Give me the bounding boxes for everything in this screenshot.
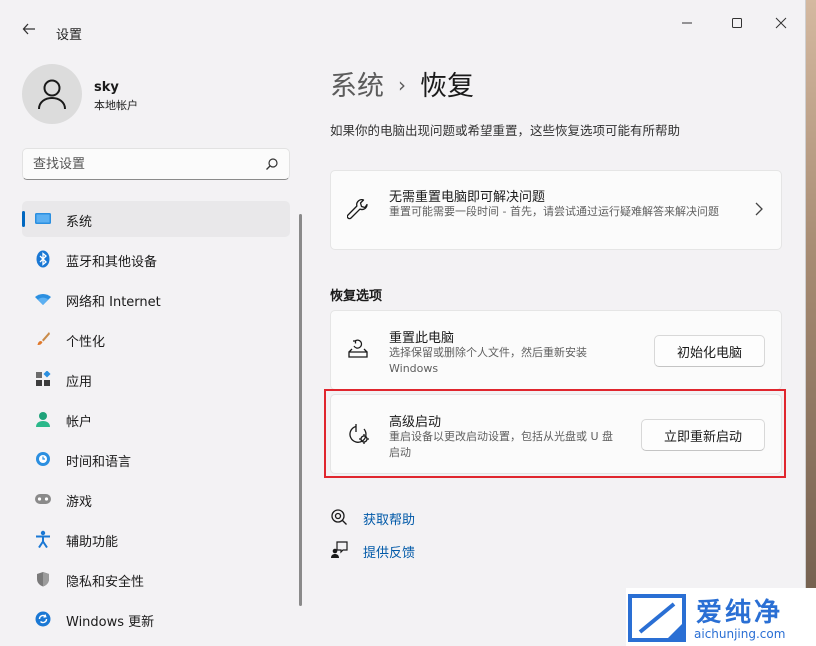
get-help-label[interactable]: 获取帮助 xyxy=(363,509,415,528)
sidebar-item-time-language[interactable]: 时间和语言 xyxy=(22,441,290,477)
search-box[interactable] xyxy=(22,148,290,180)
maximize-icon xyxy=(732,18,742,28)
sidebar-item-apps[interactable]: 应用 xyxy=(22,361,290,397)
desktop-background xyxy=(806,0,816,646)
sidebar-item-label: Windows 更新 xyxy=(66,615,155,630)
user-name: sky xyxy=(94,80,119,95)
back-arrow-icon xyxy=(22,23,35,35)
sidebar-item-personalization[interactable]: 个性化 xyxy=(22,321,290,357)
sidebar-item-label: 辅助功能 xyxy=(66,535,119,550)
sidebar-item-label: 系统 xyxy=(66,215,93,230)
account-icon xyxy=(34,410,52,428)
sidebar-item-label: 时间和语言 xyxy=(66,455,132,470)
reset-pc-button[interactable]: 初始化电脑 xyxy=(653,335,765,367)
apps-icon xyxy=(34,370,52,388)
account-type: 本地帐户 xyxy=(94,99,138,112)
sidebar-item-accessibility[interactable]: 辅助功能 xyxy=(22,521,290,557)
gaming-icon xyxy=(34,490,52,508)
sidebar-item-label: 游戏 xyxy=(66,495,93,510)
wrench-icon xyxy=(346,199,369,225)
watermark-text: 爱纯净 xyxy=(696,598,784,628)
close-button[interactable] xyxy=(758,6,804,40)
system-icon xyxy=(34,210,52,228)
sidebar-scrollbar[interactable] xyxy=(299,214,302,606)
title-bar: 设置 xyxy=(0,0,806,46)
watermark-logo-icon xyxy=(628,594,686,642)
troubleshoot-card[interactable]: 无需重置电脑即可解决问题 重置可能需要一段时间 - 首先，请尝试通过运行疑难解答… xyxy=(330,170,782,250)
sidebar-item-system[interactable]: 系统 xyxy=(22,201,290,237)
reset-pc-title: 重置此电脑 xyxy=(389,331,455,346)
help-icon xyxy=(330,508,348,530)
breadcrumb: 系统 › 恢复 xyxy=(330,64,474,103)
avatar xyxy=(22,64,82,124)
sidebar-item-bluetooth[interactable]: 蓝牙和其他设备 xyxy=(22,241,290,277)
sidebar-item-label: 个性化 xyxy=(66,335,106,350)
troubleshoot-desc: 重置可能需要一段时间 - 首先，请尝试通过运行疑难解答来解决问题 xyxy=(389,205,719,218)
sidebar-nav: 系统 蓝牙和其他设备 网络和 Internet 个性化 应用 帐户 时间和语言 … xyxy=(22,201,290,641)
person-icon xyxy=(38,79,66,110)
sidebar-item-label: 网络和 Internet xyxy=(66,295,161,310)
search-icon[interactable] xyxy=(265,156,279,175)
close-icon xyxy=(775,17,787,29)
watermark-url: aichunjing.com xyxy=(694,627,786,641)
search-input[interactable] xyxy=(33,154,253,174)
minimize-button[interactable] xyxy=(664,6,710,40)
highlight-box xyxy=(324,389,786,478)
page-title: 恢复 xyxy=(420,71,474,102)
settings-window: 设置 sky 本地帐户 系统 xyxy=(0,0,806,646)
sidebar-item-gaming[interactable]: 游戏 xyxy=(22,481,290,517)
reset-pc-icon xyxy=(347,339,369,363)
wifi-icon xyxy=(34,290,52,308)
watermark: 爱纯净 aichunjing.com xyxy=(626,588,816,646)
reset-pc-desc: 选择保留或删除个人文件，然后重新安装 Windows xyxy=(389,346,587,375)
sidebar-item-privacy[interactable]: 隐私和安全性 xyxy=(22,561,290,597)
brush-icon xyxy=(34,330,52,348)
feedback-label[interactable]: 提供反馈 xyxy=(363,542,415,561)
chevron-right-icon xyxy=(755,201,763,220)
troubleshoot-title: 无需重置电脑即可解决问题 xyxy=(389,190,546,205)
sidebar-item-label: 应用 xyxy=(66,375,93,390)
sidebar-item-label: 隐私和安全性 xyxy=(66,575,145,590)
sidebar-item-label: 帐户 xyxy=(66,415,93,430)
feedback-icon xyxy=(330,541,348,563)
reset-pc-card: 重置此电脑 选择保留或删除个人文件，然后重新安装 Windows 初始化电脑 xyxy=(330,310,782,390)
breadcrumb-separator: › xyxy=(398,73,406,97)
maximize-button[interactable] xyxy=(714,6,760,40)
page-description: 如果你的电脑出现问题或希望重置，这些恢复选项可能有所帮助 xyxy=(330,123,681,138)
breadcrumb-parent[interactable]: 系统 xyxy=(330,71,384,102)
recovery-options-heading: 恢复选项 xyxy=(330,289,383,304)
sidebar-item-windows-update[interactable]: Windows 更新 xyxy=(22,601,290,637)
back-button[interactable] xyxy=(14,16,44,46)
windows-update-icon xyxy=(34,610,52,628)
time-language-icon xyxy=(34,450,52,468)
minimize-icon xyxy=(682,22,692,24)
shield-icon xyxy=(34,570,52,588)
bluetooth-icon xyxy=(34,250,52,268)
accessibility-icon xyxy=(34,530,52,548)
sidebar-item-label: 蓝牙和其他设备 xyxy=(66,255,158,270)
sidebar-item-network[interactable]: 网络和 Internet xyxy=(22,281,290,317)
sidebar-item-accounts[interactable]: 帐户 xyxy=(22,401,290,437)
app-title: 设置 xyxy=(56,28,83,43)
